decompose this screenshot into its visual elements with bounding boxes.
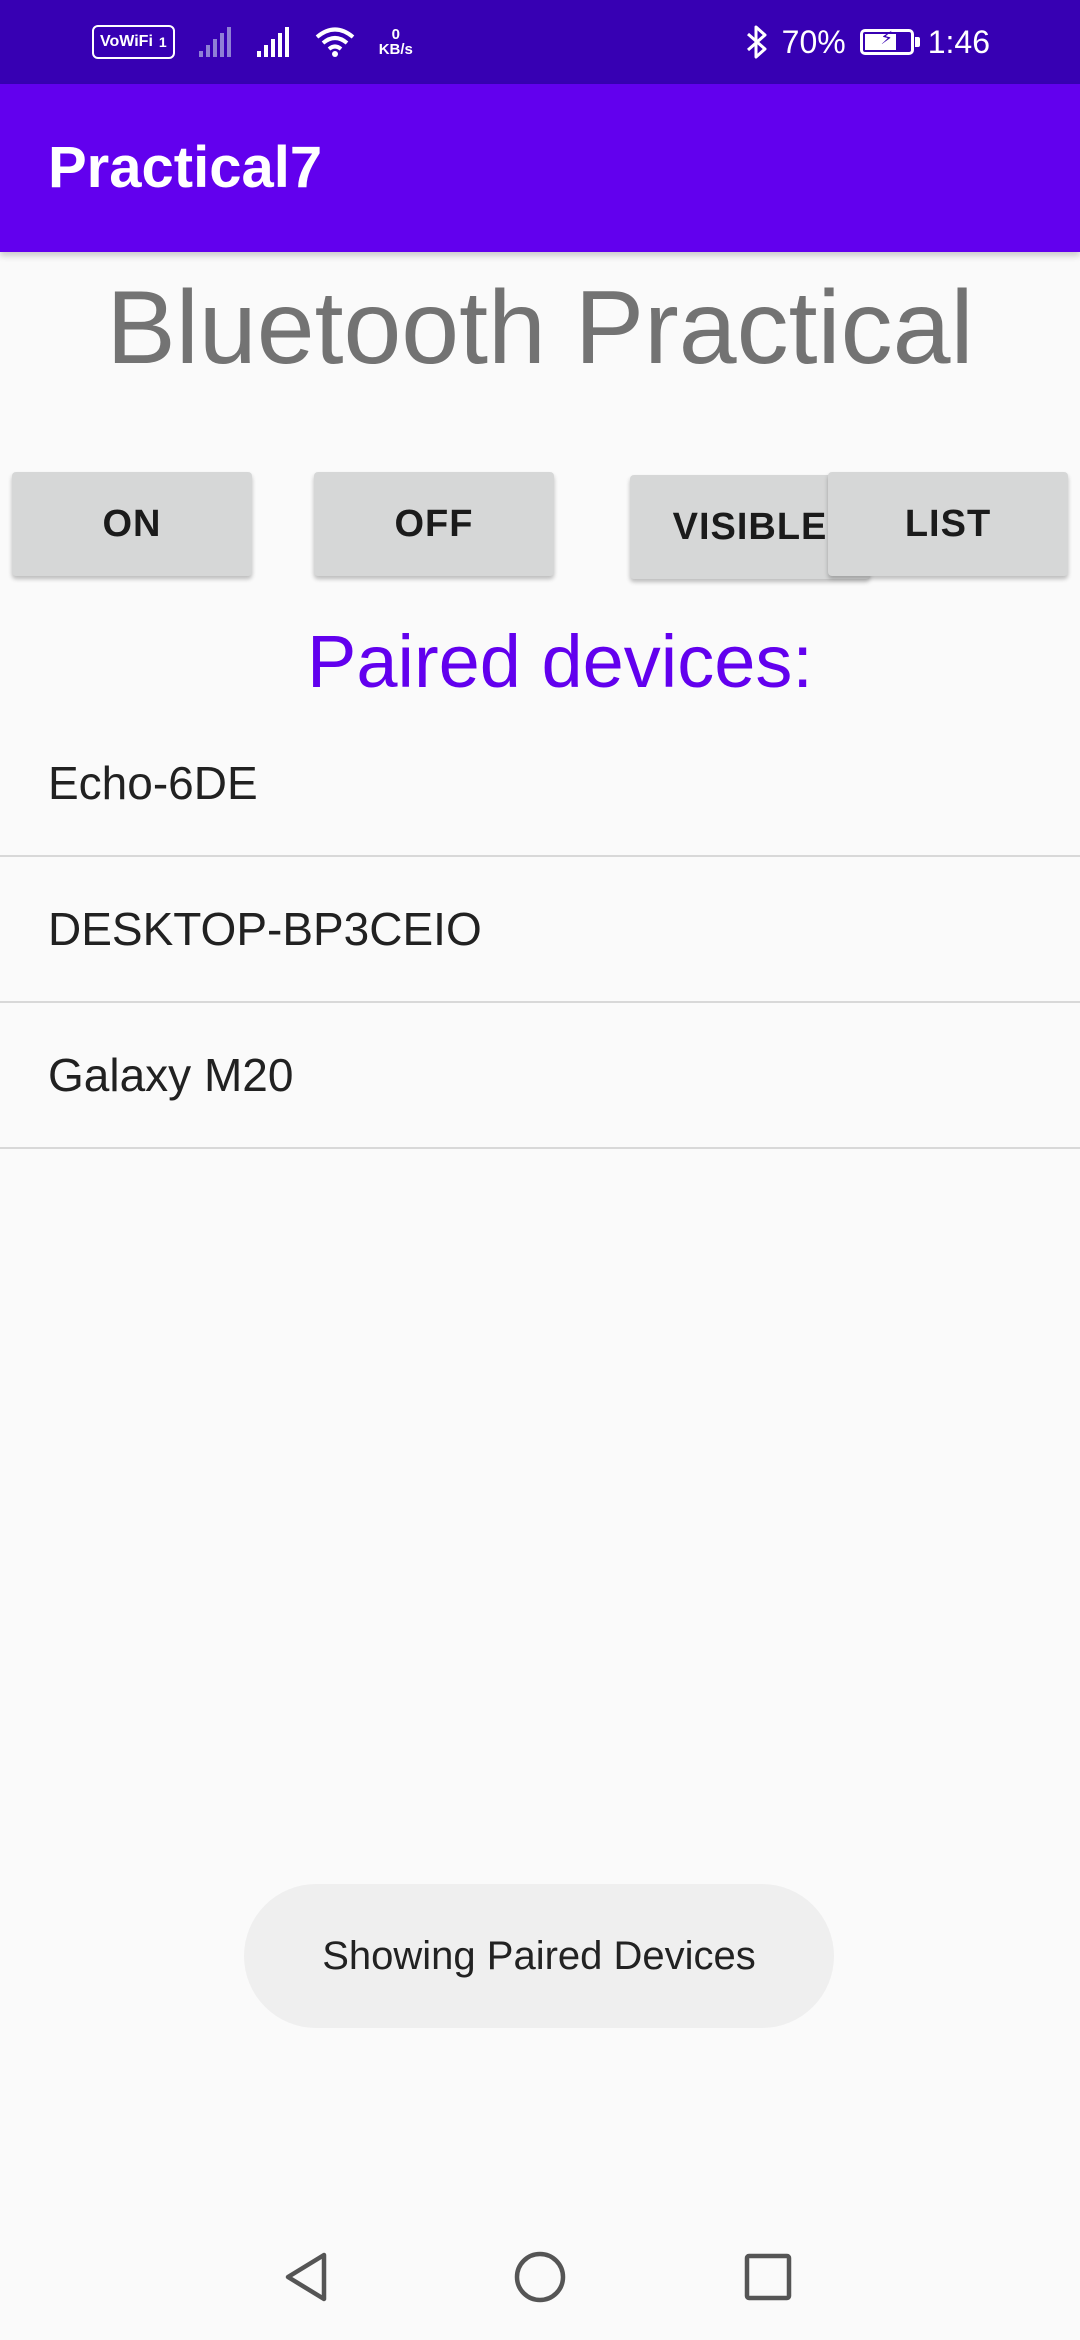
status-bar: VoWiFi 1 0 KB/s 70% ⚡ 1:46: [0, 0, 1080, 84]
back-button[interactable]: [272, 2242, 342, 2312]
status-left: VoWiFi 1 0 KB/s: [92, 20, 413, 64]
charging-bolt-icon: ⚡: [880, 28, 894, 48]
list-button[interactable]: LIST: [828, 472, 1068, 576]
clock: 1:46: [927, 23, 990, 60]
paired-devices-list: Echo-6DE DESKTOP-BP3CEIO Galaxy M20: [0, 711, 1080, 1149]
recents-icon: [744, 2253, 792, 2301]
toast-message: Showing Paired Devices: [244, 1884, 834, 2028]
paired-devices-heading: Paired devices:: [307, 620, 813, 703]
sim-label: 1: [158, 34, 167, 50]
signal-icon: [198, 27, 231, 57]
app-bar: Practical7: [0, 84, 1080, 252]
status-right: 70% ⚡ 1:46: [746, 20, 990, 64]
vowifi-label: VoWiFi: [100, 33, 153, 50]
battery-percent: 70%: [781, 23, 846, 60]
home-icon: [514, 2251, 566, 2303]
list-item[interactable]: Galaxy M20: [0, 1003, 1080, 1149]
home-button[interactable]: [505, 2242, 575, 2312]
off-button[interactable]: OFF: [314, 472, 554, 576]
recents-button[interactable]: [733, 2242, 803, 2312]
battery-icon: ⚡: [859, 28, 920, 55]
list-item[interactable]: Echo-6DE: [0, 711, 1080, 857]
net-speed-value: 0: [391, 26, 400, 43]
list-item[interactable]: DESKTOP-BP3CEIO: [0, 857, 1080, 1003]
page-title: Bluetooth Practical: [106, 270, 974, 386]
navigation-bar: [0, 2214, 1080, 2340]
wifi-icon: [315, 27, 354, 57]
on-button[interactable]: ON: [12, 472, 252, 576]
back-icon: [285, 2252, 327, 2302]
vowifi-icon: VoWiFi 1: [92, 25, 175, 59]
bluetooth-icon: [746, 25, 767, 59]
app-title: Practical7: [48, 135, 323, 200]
net-speed: 0 KB/s: [379, 27, 413, 57]
signal-icon: [256, 27, 289, 57]
net-speed-unit: KB/s: [378, 41, 413, 58]
